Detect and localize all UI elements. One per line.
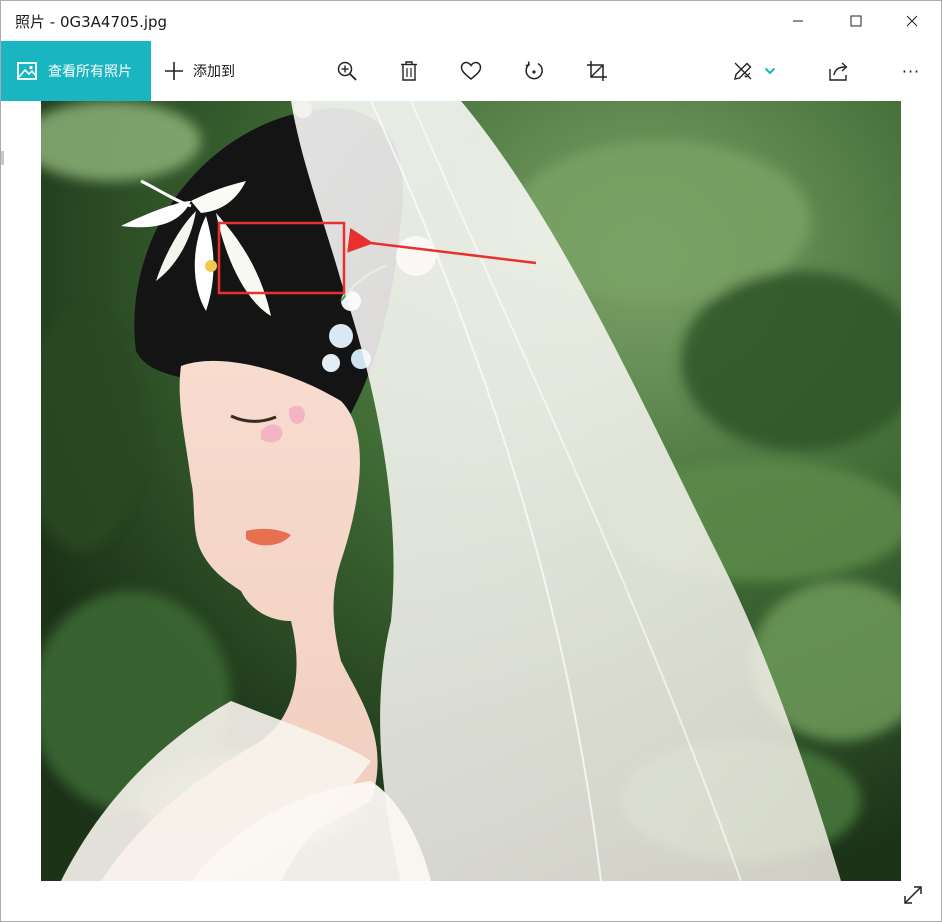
rotate-button[interactable] bbox=[516, 53, 552, 89]
crop-button[interactable] bbox=[579, 53, 615, 89]
zoom-in-icon bbox=[337, 61, 357, 81]
expand-button[interactable] bbox=[899, 881, 927, 909]
title-bar: 照片 - 0G3A4705.jpg bbox=[1, 1, 941, 41]
add-to-label: 添加到 bbox=[193, 64, 235, 80]
expand-icon bbox=[904, 886, 922, 904]
more-button[interactable]: ··· bbox=[893, 53, 929, 89]
photo-viewer[interactable] bbox=[41, 101, 901, 881]
plus-icon bbox=[165, 62, 183, 80]
close-icon bbox=[906, 15, 918, 27]
trash-icon bbox=[401, 61, 417, 81]
chevron-down-icon bbox=[764, 67, 776, 75]
maximize-button[interactable] bbox=[827, 1, 885, 41]
delete-button[interactable] bbox=[391, 53, 427, 89]
crop-icon bbox=[587, 61, 607, 81]
share-icon bbox=[829, 62, 848, 81]
bride-photo bbox=[41, 101, 901, 881]
photos-app-window: 照片 - 0G3A4705.jpg 查看所有照片 添加到 ··· bbox=[0, 0, 942, 922]
minimize-button[interactable] bbox=[769, 1, 827, 41]
rotate-icon bbox=[525, 61, 543, 80]
left-edge-marker bbox=[1, 151, 4, 165]
zoom-button[interactable] bbox=[329, 53, 365, 89]
favorite-button[interactable] bbox=[453, 53, 489, 89]
add-to-button[interactable]: 添加到 bbox=[163, 41, 235, 101]
heart-icon bbox=[460, 61, 482, 80]
close-button[interactable] bbox=[883, 1, 941, 41]
edit-dropdown-button[interactable] bbox=[757, 53, 783, 89]
window-title: 照片 - 0G3A4705.jpg bbox=[15, 13, 168, 31]
photo-icon bbox=[17, 62, 37, 80]
maximize-icon bbox=[850, 15, 862, 27]
edit-button[interactable] bbox=[725, 53, 761, 89]
more-icon: ··· bbox=[901, 61, 921, 81]
edit-pen-icon bbox=[734, 62, 752, 80]
minimize-icon bbox=[793, 20, 803, 22]
see-all-photos-label: 查看所有照片 bbox=[48, 64, 132, 80]
share-button[interactable] bbox=[821, 53, 857, 89]
toolbar: 查看所有照片 添加到 ··· bbox=[1, 41, 941, 101]
see-all-photos-button[interactable]: 查看所有照片 bbox=[1, 41, 151, 101]
